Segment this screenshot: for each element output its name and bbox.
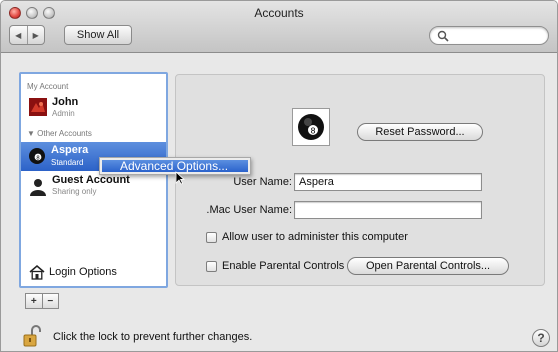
account-role-aspera: Standard	[51, 158, 84, 167]
svg-text:8: 8	[36, 155, 40, 161]
eight-ball-icon: 8	[29, 148, 45, 164]
forward-button[interactable]: ▶	[26, 26, 45, 44]
remove-account-button[interactable]: −	[41, 294, 59, 308]
lock-icon[interactable]	[23, 325, 41, 347]
help-button[interactable]: ?	[532, 329, 550, 347]
house-icon	[29, 265, 45, 280]
login-options-label: Login Options	[49, 266, 117, 278]
svg-text:8: 8	[310, 126, 315, 135]
user-name-label: User Name:	[233, 176, 292, 188]
reset-password-button[interactable]: Reset Password...	[357, 123, 483, 141]
nav-buttons: ◀ ▶	[9, 25, 45, 45]
open-parental-controls-button[interactable]: Open Parental Controls...	[347, 257, 509, 275]
allow-admin-label[interactable]: Allow user to administer this computer	[222, 231, 408, 243]
john-avatar-icon	[29, 98, 47, 116]
allow-admin-row: Allow user to administer this computer	[206, 231, 408, 243]
account-role-guest: Sharing only	[52, 187, 97, 196]
eight-ball-icon: 8	[298, 114, 324, 140]
accounts-window: Accounts ◀ ▶ Show All My Account John Ad…	[0, 0, 558, 352]
account-name-aspera: Aspera	[51, 144, 89, 156]
accounts-list[interactable]: My Account John Admin ▼ Other Accounts 8…	[19, 72, 168, 288]
account-name-guest[interactable]: Guest Account	[52, 174, 130, 186]
my-account-heading: My Account	[27, 82, 69, 91]
back-button[interactable]: ◀	[10, 26, 27, 44]
mac-user-name-label: .Mac User Name:	[206, 204, 292, 216]
account-detail-panel: 8 Reset Password... User Name: Aspera .M…	[175, 74, 545, 286]
other-accounts-heading[interactable]: ▼ Other Accounts	[27, 129, 92, 138]
guest-silhouette-icon	[30, 179, 46, 196]
show-all-button[interactable]: Show All	[64, 25, 132, 45]
allow-admin-checkbox[interactable]	[206, 231, 217, 243]
user-name-field[interactable]: Aspera	[294, 173, 482, 191]
lock-message: Click the lock to prevent further change…	[53, 331, 253, 343]
account-role-john: Admin	[52, 109, 75, 118]
search-field[interactable]	[429, 26, 549, 45]
parental-controls-label[interactable]: Enable Parental Controls	[222, 260, 344, 272]
account-name-john[interactable]: John	[52, 96, 78, 108]
window-title: Accounts	[254, 6, 304, 20]
parental-controls-row: Enable Parental Controls	[206, 260, 344, 272]
search-icon	[437, 30, 449, 42]
mac-user-name-field[interactable]	[294, 201, 482, 219]
add-remove-buttons: + −	[25, 293, 59, 309]
login-options-item[interactable]: Login Options	[21, 260, 166, 286]
parental-controls-checkbox[interactable]	[206, 260, 217, 272]
mouse-pointer-icon	[175, 171, 185, 185]
add-account-button[interactable]: +	[26, 294, 42, 308]
titlebar: Accounts ◀ ▶ Show All	[1, 1, 557, 53]
user-picture-well[interactable]: 8	[292, 108, 330, 146]
